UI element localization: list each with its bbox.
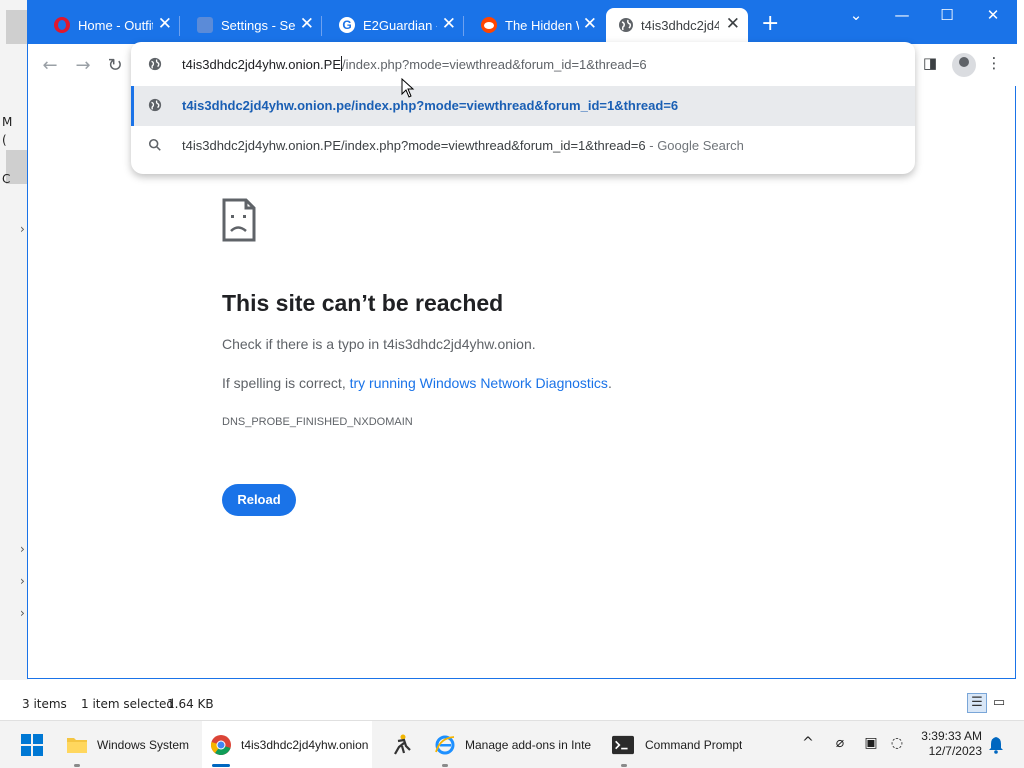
minimize-icon[interactable]: — [892, 6, 912, 24]
typed-text: t4is3dhdc2jd4yhw.onion.PE [182, 57, 342, 72]
tab-home-outfit[interactable]: Home - Outfit ✕ [37, 8, 180, 44]
tab-hidden-wiki[interactable]: The Hidden W ✕ [464, 8, 605, 44]
close-icon[interactable]: ✕ [158, 14, 172, 34]
runner-app-icon [394, 734, 411, 755]
explorer-nav-pane: M ( C › › › › [0, 0, 28, 680]
tab-title: E2Guardian - [363, 18, 437, 33]
taskbar: Windows System t4is3dhdc2jd4yhw.onion Ma… [0, 720, 1024, 768]
volume-muted-icon[interactable]: ◌ [887, 735, 907, 751]
side-panel-icon[interactable]: ◨ [918, 54, 942, 72]
selection-count: 1 item selected [81, 697, 175, 711]
tab-title: The Hidden W [505, 18, 579, 33]
forward-arrow-icon[interactable]: → [71, 55, 95, 76]
taskbar-item-runner-app[interactable] [380, 721, 422, 768]
error-title: This site can’t be reached [222, 290, 504, 316]
chevron-right-icon[interactable]: › [20, 542, 25, 556]
start-button[interactable] [12, 721, 52, 768]
sad-page-icon [222, 198, 256, 242]
reddit-icon [481, 17, 497, 33]
address-input-text[interactable]: t4is3dhdc2jd4yhw.onion.PE/index.php?mode… [182, 56, 647, 72]
chevron-right-icon[interactable]: › [20, 606, 25, 620]
suggestion-text: t4is3dhdc2jd4yhw.onion.PE/index.php?mode… [182, 138, 744, 153]
close-icon[interactable]: ✕ [583, 14, 597, 34]
google-icon: G [339, 17, 355, 33]
opera-icon [54, 17, 70, 33]
tab-title: t4is3dhdc2jd4 [641, 18, 719, 33]
tab-title: Home - Outfit [78, 18, 153, 33]
selection-size: 1.64 KB [167, 697, 214, 711]
display-icon[interactable]: ▣ [861, 735, 881, 751]
menu-kebab-icon[interactable]: ⋮ [982, 54, 1006, 72]
explorer-status-bar: 3 items 1 item selected 1.64 KB ☰ ▭ [0, 690, 1024, 718]
chevron-right-icon[interactable]: › [20, 574, 25, 588]
suggestion-search[interactable]: t4is3dhdc2jd4yhw.onion.PE/index.php?mode… [131, 126, 915, 166]
chevron-right-icon[interactable]: › [20, 222, 25, 236]
tab-settings[interactable]: Settings - Sea ✕ [180, 8, 322, 44]
taskbar-label: Windows System [97, 738, 190, 752]
mouse-cursor-icon [401, 78, 415, 98]
settings-page-icon [197, 17, 213, 33]
chevron-up-icon[interactable]: ^ [798, 735, 818, 751]
window-close-icon[interactable]: ✕ [983, 6, 1003, 24]
profile-avatar-icon[interactable] [952, 53, 976, 77]
taskbar-item-manage-addons[interactable]: Manage add-ons in Inte [428, 721, 604, 768]
network-diagnostics-link[interactable]: try running Windows Network Diagnostics [350, 375, 608, 391]
globe-icon [148, 57, 162, 71]
taskbar-item-windows-system[interactable]: Windows System [58, 721, 198, 768]
clock-date: 12/7/2023 [928, 744, 982, 758]
diagnostics-prefix: If spelling is correct, [222, 375, 350, 391]
item-count: 3 items [22, 697, 67, 711]
tab-e2guardian[interactable]: G E2Guardian - ✕ [322, 8, 464, 44]
clock-time: 3:39:33 AM [921, 729, 982, 743]
tab-strip: Home - Outfit ✕ Settings - Sea ✕ G E2Gua… [28, 0, 1017, 44]
command-prompt-icon [612, 735, 634, 755]
explorer-edge-text: ( [2, 133, 7, 147]
taskbar-label: t4is3dhdc2jd4yhw.onion [241, 738, 369, 752]
back-arrow-icon[interactable]: ← [38, 55, 62, 76]
taskbar-label: Command Prompt [645, 738, 743, 752]
notification-bell-icon[interactable] [988, 736, 1004, 754]
search-icon [148, 138, 161, 151]
explorer-edge-text: M [2, 115, 13, 129]
system-clock[interactable]: 3:39:33 AM 12/7/2023 [912, 729, 982, 759]
reload-icon[interactable]: ↻ [103, 55, 127, 76]
network-disconnected-icon[interactable]: ⌀ [830, 735, 850, 751]
details-view-icon[interactable]: ☰ [967, 693, 987, 713]
taskbar-item-command-prompt[interactable]: Command Prompt [606, 721, 756, 768]
globe-icon [619, 18, 633, 32]
address-bar[interactable]: t4is3dhdc2jd4yhw.onion.PE/index.php?mode… [131, 42, 915, 86]
close-icon[interactable]: ✕ [442, 14, 456, 34]
error-code: DNS_PROBE_FINISHED_NXDOMAIN [222, 416, 413, 428]
chevron-down-icon[interactable]: ⌄ [846, 6, 866, 24]
globe-icon [148, 98, 162, 112]
taskbar-label: Manage add-ons in Inte [465, 738, 592, 752]
omnibox-dropdown: t4is3dhdc2jd4yhw.onion.PE/index.php?mode… [131, 42, 915, 174]
tab-title: Settings - Sea [221, 18, 295, 33]
explorer-edge [6, 10, 28, 44]
internet-explorer-icon [435, 735, 455, 755]
suggestion-url[interactable]: t4is3dhdc2jd4yhw.onion.pe/index.php?mode… [131, 86, 915, 126]
chrome-window: Home - Outfit ✕ Settings - Sea ✕ G E2Gua… [27, 0, 1017, 679]
close-icon[interactable]: ✕ [726, 14, 740, 34]
suggestion-text: t4is3dhdc2jd4yhw.onion.pe/index.php?mode… [182, 98, 679, 113]
search-engine-suffix: - Google Search [645, 138, 744, 153]
large-icons-view-icon[interactable]: ▭ [989, 693, 1009, 713]
explorer-edge-text: C [2, 172, 11, 186]
diagnostics-suffix: . [607, 375, 612, 391]
folder-icon [67, 738, 87, 753]
new-tab-button[interactable]: + [761, 13, 779, 35]
error-diagnostics-hint: If spelling is correct, try running Wind… [222, 375, 612, 391]
reload-button[interactable]: Reload [222, 484, 296, 516]
tab-onion-active[interactable]: t4is3dhdc2jd4 ✕ [606, 8, 748, 44]
windows-logo-icon [21, 734, 43, 756]
close-icon[interactable]: ✕ [300, 14, 314, 34]
taskbar-item-chrome[interactable]: t4is3dhdc2jd4yhw.onion [202, 721, 372, 768]
chrome-icon [211, 735, 231, 755]
autocomplete-text: /index.php?mode=viewthread&forum_id=1&th… [342, 57, 647, 72]
error-typo-hint: Check if there is a typo in t4is3dhdc2jd… [222, 336, 536, 352]
search-query-text: t4is3dhdc2jd4yhw.onion.PE/index.php?mode… [182, 138, 646, 153]
maximize-icon[interactable]: ☐ [937, 6, 957, 24]
